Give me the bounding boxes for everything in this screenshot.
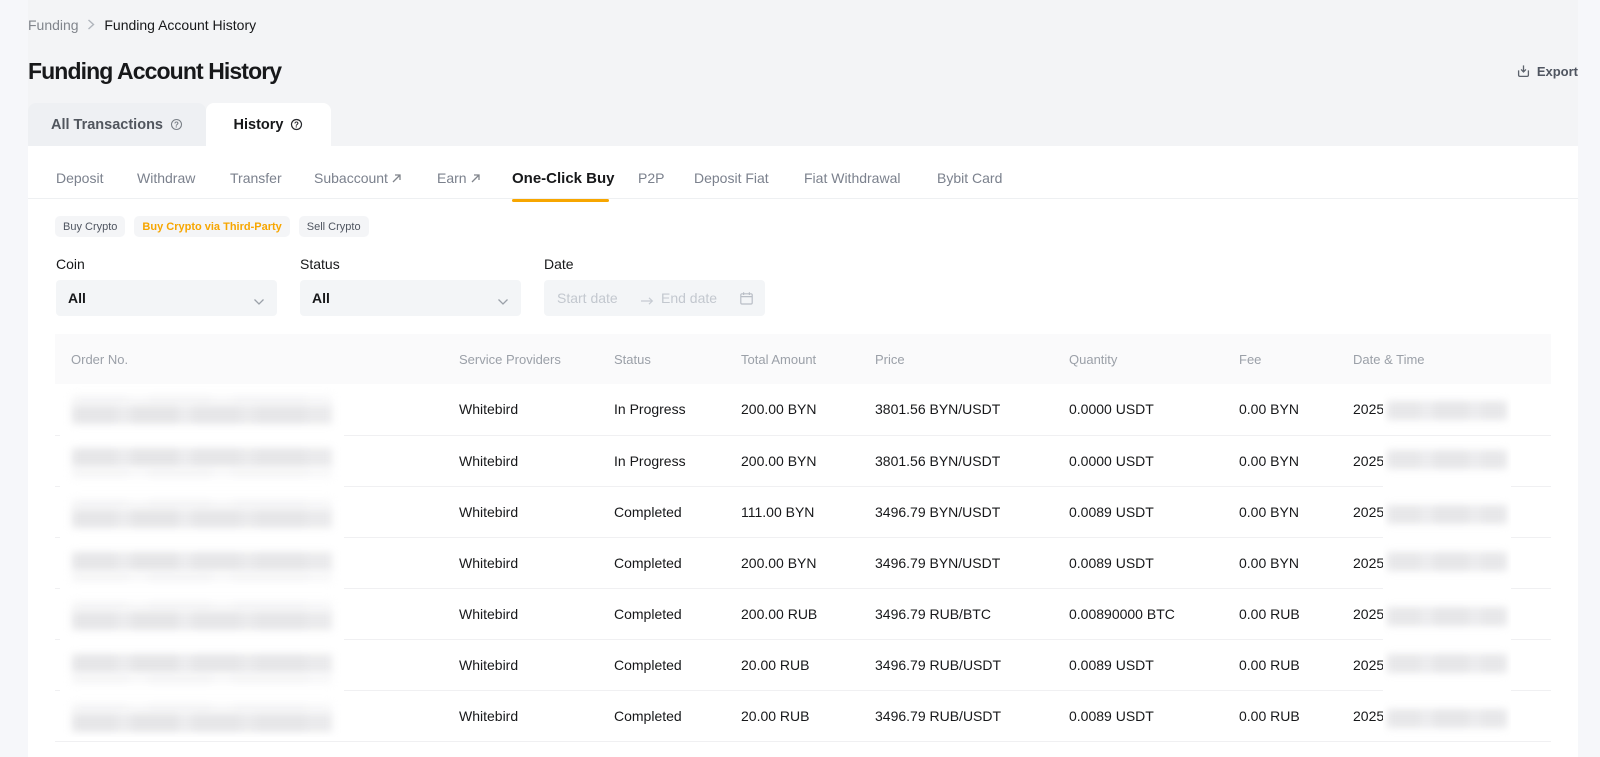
svg-text:?: ? — [295, 120, 300, 129]
svg-text:?: ? — [174, 120, 179, 129]
